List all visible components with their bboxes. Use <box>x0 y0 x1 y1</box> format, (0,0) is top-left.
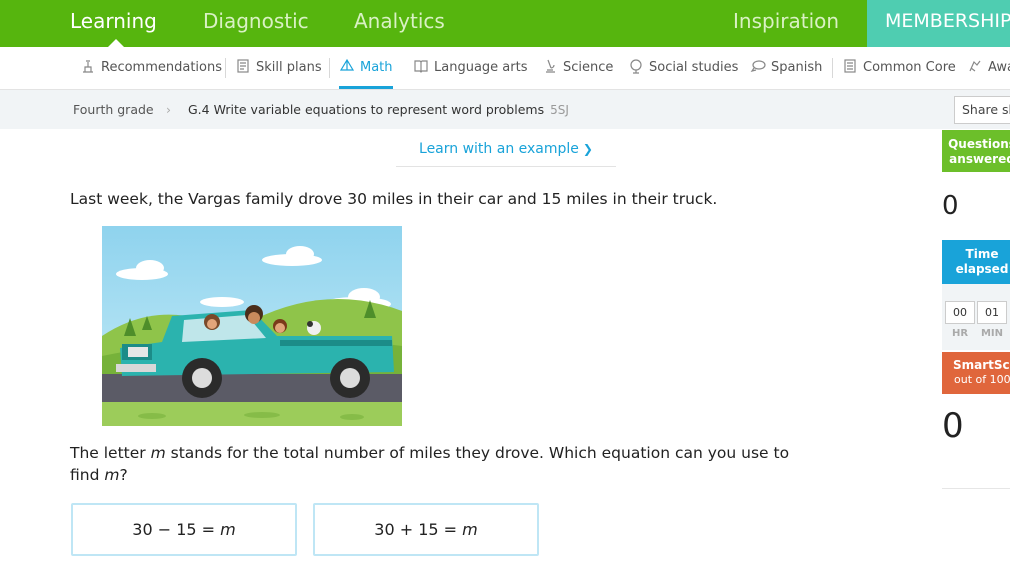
membership-button[interactable]: MEMBERSHIP <box>867 0 1010 47</box>
skill-title: G.4 Write variable equations to represen… <box>188 102 545 117</box>
globe-icon <box>630 59 642 74</box>
question-intro: Last week, the Vargas family drove 30 mi… <box>70 190 718 208</box>
microscope-icon <box>546 59 555 73</box>
skill-plans-icon <box>237 59 249 73</box>
nav-inspiration[interactable]: Inspiration <box>733 0 839 47</box>
timer-hours: 00 <box>945 301 975 324</box>
subject-nav: Recommendations Skill plans Math Languag… <box>0 47 1010 90</box>
hours-label: HR <box>951 328 969 339</box>
tab-social-studies[interactable]: Social studies <box>628 47 738 89</box>
smartscore-header: SmartScore out of 100 <box>942 352 1010 394</box>
questions-answered-value: 0 <box>942 191 959 221</box>
family-truck-illustration <box>102 226 402 426</box>
smartscore-sub: out of 100 <box>954 373 1010 386</box>
time-elapsed-label: Time elapsed <box>955 247 1009 276</box>
breadcrumb: Fourth grade › G.4 Write variable equati… <box>0 90 1010 129</box>
recommendations-icon <box>83 60 93 73</box>
tab-recommendations[interactable]: Recommendations <box>80 47 222 89</box>
tab-language-arts[interactable]: Language arts <box>413 47 527 89</box>
tab-math[interactable]: Math <box>339 47 393 89</box>
active-indicator <box>108 39 124 47</box>
breadcrumb-chevron-icon: › <box>166 102 171 117</box>
tab-spanish[interactable]: Spanish <box>750 47 822 89</box>
book-icon <box>414 60 428 73</box>
top-nav: Learning Diagnostic Analytics Inspiratio… <box>0 0 1010 47</box>
breadcrumb-skill: G.4 Write variable equations to represen… <box>188 90 569 130</box>
divider <box>329 58 330 78</box>
tab-awards[interactable]: Awards <box>967 47 1010 89</box>
awards-icon <box>969 60 981 72</box>
questions-answered-header: Questions answered <box>942 130 1010 172</box>
learn-example-label: Learn with an example <box>419 141 579 157</box>
tab-common-core[interactable]: Common Core <box>842 47 956 89</box>
breadcrumb-grade[interactable]: Fourth grade <box>73 90 154 129</box>
divider <box>832 58 833 78</box>
nav-analytics[interactable]: Analytics <box>354 0 445 47</box>
learn-with-example-link[interactable]: Learn with an example ❯ <box>396 136 616 167</box>
document-icon <box>844 59 856 73</box>
smartscore-value: 0 <box>942 406 964 446</box>
smartscore-label: SmartScore <box>953 358 1010 372</box>
math-pyramid-icon <box>339 58 355 71</box>
tab-science[interactable]: Science <box>542 47 613 89</box>
divider <box>225 58 226 78</box>
answer-choice-1[interactable]: 30 − 15 = m <box>71 503 297 556</box>
divider <box>942 488 1010 489</box>
speech-bubble-icon <box>750 60 766 72</box>
time-elapsed-header: Time elapsed <box>942 240 1010 284</box>
nav-diagnostic[interactable]: Diagnostic <box>203 0 309 47</box>
chevron-down-icon: ❯ <box>582 142 593 156</box>
minutes-label: MIN <box>980 328 1004 339</box>
questions-answered-label: Questions answered <box>948 137 1010 166</box>
question-prompt: The letter m stands for the total number… <box>70 444 790 484</box>
skill-code: 5SJ <box>550 103 569 117</box>
answer-choice-2[interactable]: 30 + 15 = m <box>313 503 539 556</box>
tab-skill-plans[interactable]: Skill plans <box>235 47 322 89</box>
timer-minutes: 01 <box>977 301 1007 324</box>
share-skill-button[interactable]: Share skill <box>954 96 1010 124</box>
